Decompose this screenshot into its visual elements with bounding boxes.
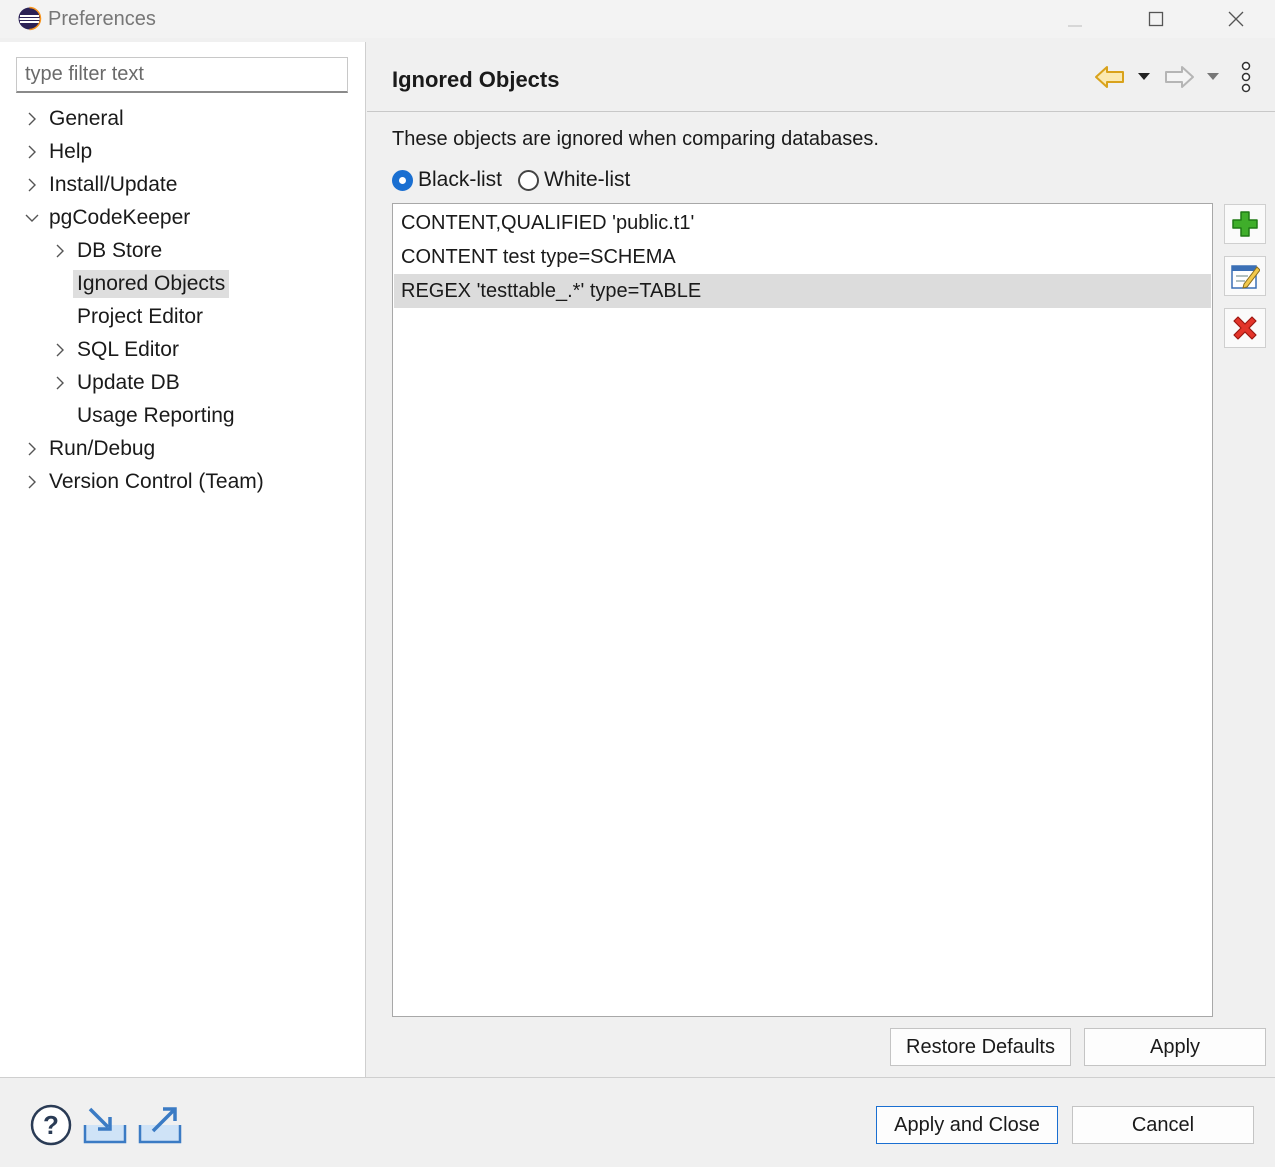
- svg-text:?: ?: [43, 1110, 59, 1140]
- close-button[interactable]: [1206, 0, 1266, 38]
- maximize-icon: [1148, 11, 1164, 27]
- tree-item-label: Ignored Objects: [73, 270, 230, 298]
- cancel-button[interactable]: Cancel: [1072, 1106, 1254, 1144]
- more-menu-icon: [1241, 61, 1251, 93]
- back-button[interactable]: [1092, 60, 1128, 94]
- radio-unchecked-icon[interactable]: [518, 169, 539, 191]
- tree-item-project-editor[interactable]: Project Editor: [73, 302, 207, 332]
- preference-page: Ignored Objects These objects are ignore…: [367, 42, 1275, 1077]
- edit-rule-button[interactable]: [1224, 256, 1266, 296]
- more-menu-button[interactable]: [1233, 60, 1259, 94]
- maximize-button[interactable]: [1126, 0, 1186, 38]
- import-button[interactable]: [82, 1103, 128, 1147]
- page-description: These objects are ignored when comparing…: [392, 128, 879, 150]
- list-item[interactable]: REGEX 'testtable_.*' type=TABLE: [394, 274, 1211, 308]
- restore-defaults-button[interactable]: Restore Defaults: [890, 1028, 1071, 1066]
- radio-label: White-list: [544, 168, 631, 191]
- preferences-sidebar: General Help Install/Update pgCodeKeeper…: [0, 42, 366, 1077]
- chevron-right-icon[interactable]: [50, 241, 70, 261]
- tree-item-sql-editor[interactable]: SQL Editor: [50, 335, 183, 365]
- chevron-right-icon[interactable]: [22, 439, 42, 459]
- page-header: Ignored Objects: [367, 42, 1275, 112]
- tree-item-ignored-objects[interactable]: Ignored Objects: [73, 269, 230, 299]
- edit-icon: [1231, 265, 1260, 289]
- tree-item-label: Usage Reporting: [77, 404, 235, 427]
- window-title: Preferences: [48, 8, 156, 30]
- filter-input[interactable]: [16, 57, 348, 93]
- close-icon: [1228, 11, 1244, 27]
- tree-item-label: General: [49, 107, 124, 130]
- apply-button[interactable]: Apply: [1084, 1028, 1266, 1066]
- tree-item-db-store[interactable]: DB Store: [50, 236, 166, 266]
- export-icon: [138, 1107, 182, 1144]
- forward-button[interactable]: [1161, 60, 1197, 94]
- tree-item-label: pgCodeKeeper: [49, 206, 191, 229]
- add-icon: [1232, 211, 1258, 237]
- add-rule-button[interactable]: [1224, 204, 1266, 244]
- radio-checked-icon[interactable]: [392, 169, 413, 191]
- tree-item-label: Update DB: [77, 371, 180, 394]
- chevron-right-icon[interactable]: [22, 175, 42, 195]
- help-button[interactable]: ?: [28, 1103, 74, 1147]
- tree-item-run-debug[interactable]: Run/Debug: [22, 434, 159, 464]
- chevron-down-icon[interactable]: [22, 208, 42, 228]
- forward-arrow-icon: [1165, 66, 1194, 88]
- tree-item-label: Project Editor: [77, 305, 204, 328]
- tree-item-update-db[interactable]: Update DB: [50, 368, 184, 398]
- title-bar: Preferences: [0, 0, 1275, 38]
- export-button[interactable]: [137, 1103, 183, 1147]
- back-arrow-icon: [1095, 66, 1124, 88]
- tree-item-label: Run/Debug: [49, 437, 156, 460]
- tree-item-label: Version Control (Team): [49, 470, 264, 493]
- chevron-right-icon[interactable]: [22, 142, 42, 162]
- black-list-radio[interactable]: Black-list: [392, 166, 502, 194]
- white-list-radio[interactable]: White-list: [518, 166, 630, 194]
- ignored-rules-list[interactable]: CONTENT,QUALIFIED 'public.t1' CONTENT te…: [392, 203, 1213, 1017]
- help-icon: ?: [30, 1104, 72, 1146]
- minimize-button[interactable]: [1045, 0, 1105, 38]
- minimize-icon: [1068, 25, 1082, 27]
- forward-dropdown-button[interactable]: [1203, 60, 1223, 94]
- tree-item-general[interactable]: General: [22, 104, 128, 134]
- delete-icon: [1233, 316, 1257, 340]
- tree-item-pgcodekeeper[interactable]: pgCodeKeeper: [22, 203, 194, 233]
- tree-item-label: SQL Editor: [77, 338, 179, 361]
- import-icon: [83, 1107, 127, 1144]
- forward-dropdown-icon: [1207, 73, 1219, 80]
- tree-item-install-update[interactable]: Install/Update: [22, 170, 181, 200]
- tree-item-label: Install/Update: [49, 173, 178, 196]
- dialog-footer: ? Apply and Close Cancel: [0, 1077, 1275, 1167]
- back-dropdown-icon: [1138, 73, 1150, 80]
- chevron-right-icon[interactable]: [50, 373, 70, 393]
- back-dropdown-button[interactable]: [1134, 60, 1154, 94]
- tree-item-usage-reporting[interactable]: Usage Reporting: [73, 401, 239, 431]
- eclipse-logo-icon: [17, 6, 42, 31]
- list-item[interactable]: CONTENT,QUALIFIED 'public.t1': [394, 206, 1211, 240]
- tree-item-version-control[interactable]: Version Control (Team): [22, 467, 268, 497]
- tree-item-label: DB Store: [77, 239, 163, 262]
- chevron-right-icon[interactable]: [22, 472, 42, 492]
- apply-and-close-button[interactable]: Apply and Close: [876, 1106, 1058, 1144]
- tree-item-label: Help: [49, 140, 93, 163]
- tree-item-help[interactable]: Help: [22, 137, 96, 167]
- page-title: Ignored Objects: [392, 67, 560, 92]
- radio-label: Black-list: [418, 168, 503, 191]
- list-item[interactable]: CONTENT test type=SCHEMA: [394, 240, 1211, 274]
- chevron-right-icon[interactable]: [50, 340, 70, 360]
- delete-rule-button[interactable]: [1224, 308, 1266, 348]
- chevron-right-icon[interactable]: [22, 109, 42, 129]
